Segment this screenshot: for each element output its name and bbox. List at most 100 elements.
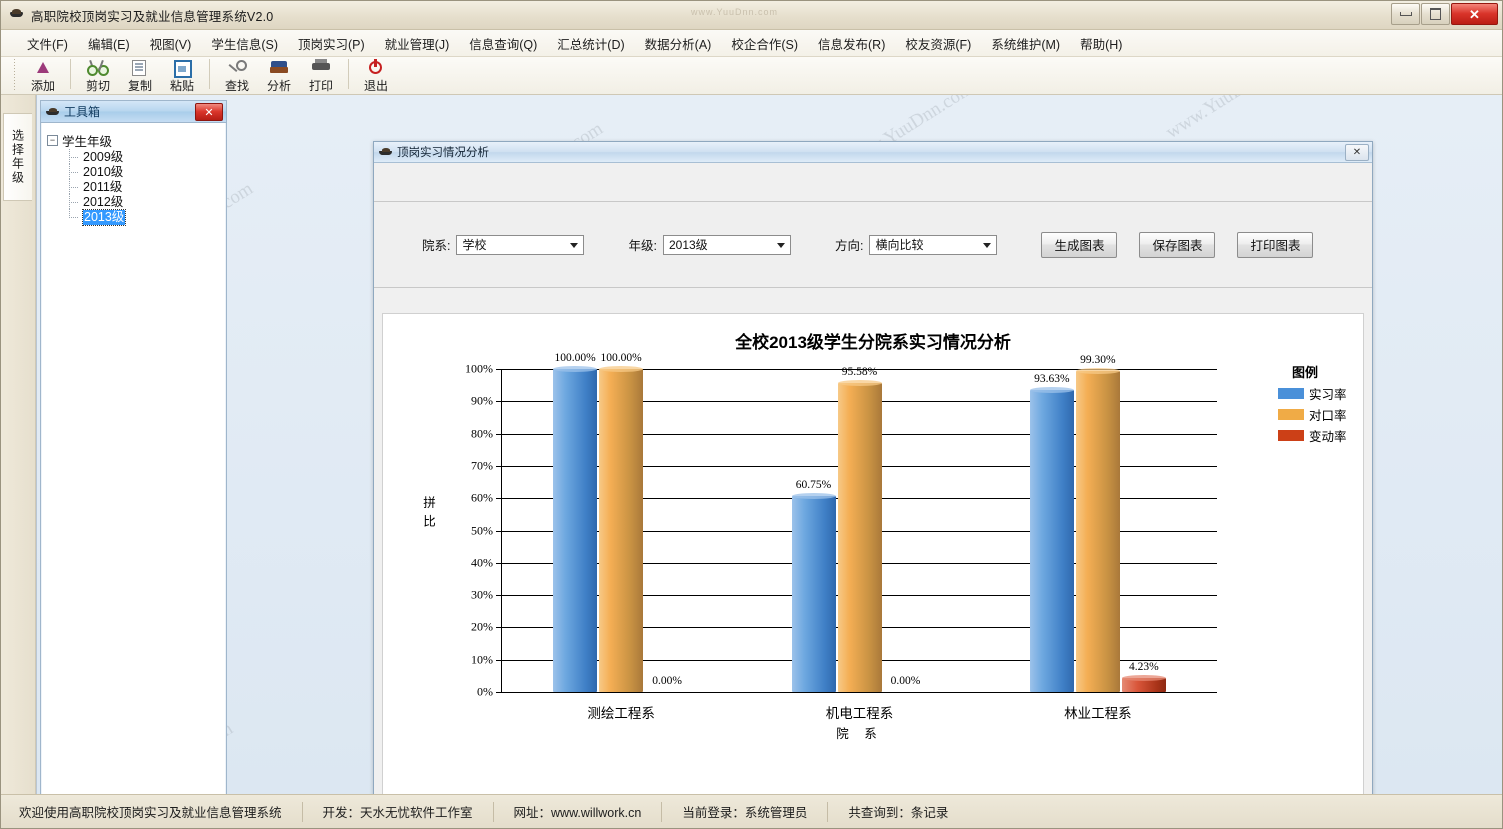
app-logo-icon — [9, 7, 25, 23]
status-cell-4: 共查询到：条记录 — [848, 806, 949, 820]
menu-item-7[interactable]: 汇总统计(D) — [547, 31, 634, 56]
y-axis-tick-label: 90% — [471, 393, 493, 408]
y-axis-title: 拼比 — [421, 496, 435, 533]
sidebar-tab-select-grade[interactable]: 选择年级 — [3, 113, 32, 201]
toolbar-separator — [70, 59, 71, 89]
grade-value: 2013级 — [668, 238, 708, 252]
toolbar-button-添加[interactable]: 添加 — [22, 57, 64, 94]
legend-label: 实习率 — [1309, 388, 1347, 402]
menu-item-1[interactable]: 编辑(E) — [78, 31, 140, 56]
legend-swatch — [1278, 409, 1304, 420]
direction-value: 横向比较 — [875, 238, 924, 252]
bar-对口率-机电工程系[interactable] — [837, 380, 882, 692]
bar-cap — [553, 366, 598, 372]
tree-item-2012级[interactable]: 2012级 — [69, 194, 220, 210]
print-icon — [310, 59, 332, 76]
tree-item-2009级[interactable]: 2009级 — [69, 149, 220, 165]
title-watermark: www.YuuDnn.com — [691, 7, 779, 17]
chevron-down-icon — [776, 242, 785, 248]
bar-实习率-测绘工程系[interactable] — [553, 366, 598, 692]
grade-select[interactable]: 2013级 — [662, 234, 791, 255]
legend-swatch — [1278, 430, 1304, 441]
menu-item-2[interactable]: 视图(V) — [140, 31, 202, 56]
save-chart-button[interactable]: 保存图表 — [1139, 231, 1216, 258]
y-axis-tick — [496, 369, 502, 370]
toolbar-button-label: 粘贴 — [169, 79, 194, 93]
dept-value: 学校 — [462, 238, 487, 252]
menu-item-0[interactable]: 文件(F) — [17, 31, 78, 56]
close-button[interactable]: ✕ — [1451, 3, 1498, 25]
toolbox-close-button[interactable]: ✕ — [195, 103, 223, 121]
menu-item-9[interactable]: 校企合作(S) — [721, 31, 808, 56]
y-axis-tick-label: 30% — [471, 587, 493, 602]
toolbar-grip[interactable] — [13, 58, 16, 90]
legend-title: 图例 — [1292, 365, 1319, 380]
menu-item-11[interactable]: 校友资源(F) — [895, 31, 981, 56]
x-axis-title: 院 系 — [836, 727, 883, 741]
menu-item-3[interactable]: 学生信息(S) — [201, 31, 288, 56]
tree-item-2013级[interactable]: 2013级 — [69, 209, 220, 226]
maximize-button[interactable] — [1421, 3, 1450, 25]
x-axis-category-label: 林业工程系 — [1064, 706, 1132, 721]
toolbar-button-label: 剪切 — [85, 79, 110, 93]
dept-select[interactable]: 学校 — [456, 234, 585, 255]
plot-area: 院 系 0% 10% 20% 30% 40% 50% 60% 70% 80% 90% 100% 100… — [465, 352, 1217, 741]
toolbar-button-复制[interactable]: 复制 — [119, 57, 161, 94]
collapse-icon[interactable]: − — [47, 135, 58, 146]
bar-变动率-林业工程系[interactable] — [1121, 675, 1166, 692]
tree-root-node[interactable]: − 学生年级 — [47, 131, 220, 150]
bar-实习率-林业工程系[interactable] — [1029, 386, 1074, 692]
bar-cap — [1121, 675, 1166, 682]
menu-item-10[interactable]: 信息发布(R) — [808, 31, 895, 56]
y-axis-tick-label: 80% — [471, 426, 493, 441]
bar-对口率-林业工程系[interactable] — [1075, 368, 1120, 692]
menu-item-13[interactable]: 帮助(H) — [1070, 31, 1132, 56]
y-axis-tick — [496, 498, 502, 500]
watermark: www.YuuDnn.com — [1162, 95, 1297, 144]
print-chart-button[interactable]: 打印图表 — [1237, 231, 1314, 258]
toolbar-button-粘贴[interactable]: 粘贴 — [161, 57, 203, 94]
bar-cap — [599, 366, 644, 372]
toolbar-button-剪切[interactable]: 剪切 — [77, 57, 119, 94]
chart-legend: 图例 实习率 对口率 变动率 — [1278, 362, 1347, 447]
menu-item-12[interactable]: 系统维护(M) — [981, 31, 1070, 56]
chevron-down-icon — [983, 242, 992, 248]
generate-chart-button[interactable]: 生成图表 — [1041, 231, 1118, 258]
y-axis-tick-label: 0% — [477, 684, 493, 699]
tree-item-2011级[interactable]: 2011级 — [69, 179, 220, 195]
tree-item-2010级[interactable]: 2010级 — [69, 164, 220, 180]
direction-select[interactable]: 横向比较 — [869, 234, 998, 255]
toolbox-close-icon: ✕ — [204, 106, 214, 119]
legend-label: 变动率 — [1309, 430, 1347, 444]
minimize-button[interactable] — [1391, 3, 1420, 25]
bar-对口率-测绘工程系[interactable] — [599, 366, 644, 692]
bar-cap — [791, 492, 836, 499]
y-axis-tick-label: 60% — [471, 490, 493, 505]
main-toolbar: 添加 剪切 复制 粘贴 查找 分析 打印 退出 — [1, 57, 1502, 95]
cut-icon — [87, 59, 109, 76]
legend-item-实习率: 实习率 — [1278, 384, 1347, 403]
find-icon — [226, 59, 248, 76]
x-axis-category-label: 测绘工程系 — [587, 706, 655, 721]
menu-item-6[interactable]: 信息查询(Q) — [459, 31, 547, 56]
legend-item-变动率: 变动率 — [1278, 426, 1347, 445]
toolbar-button-打印[interactable]: 打印 — [300, 57, 342, 94]
bar-实习率-机电工程系[interactable] — [791, 492, 836, 692]
bar-value-label: 60.75% — [795, 478, 832, 491]
toolbar-button-label: 复制 — [127, 79, 152, 93]
child-close-button[interactable]: ✕ — [1345, 144, 1369, 161]
y-axis-tick — [496, 692, 502, 693]
toolbar-button-退出[interactable]: 退出 — [355, 57, 397, 94]
toolbar-button-查找[interactable]: 查找 — [216, 57, 258, 94]
menu-item-5[interactable]: 就业管理(J) — [375, 31, 460, 56]
toolbar-button-label: 分析 — [266, 79, 291, 93]
bar-value-label: 99.30% — [1080, 354, 1116, 367]
y-axis-tick — [496, 401, 502, 403]
plot-wrapper: 拼比 院 系 0% 10% 20% 30% 40% 50% 60% 70% 80% 90% 100%… — [383, 314, 1363, 794]
y-axis-tick-label: 40% — [471, 555, 493, 570]
menu-item-4[interactable]: 顶岗实习(P) — [288, 31, 375, 56]
x-axis-category-label: 机电工程系 — [825, 706, 894, 721]
menu-item-8[interactable]: 数据分析(A) — [635, 31, 722, 56]
y-axis-tick-label: 50% — [471, 523, 493, 537]
toolbar-button-分析[interactable]: 分析 — [258, 57, 300, 94]
